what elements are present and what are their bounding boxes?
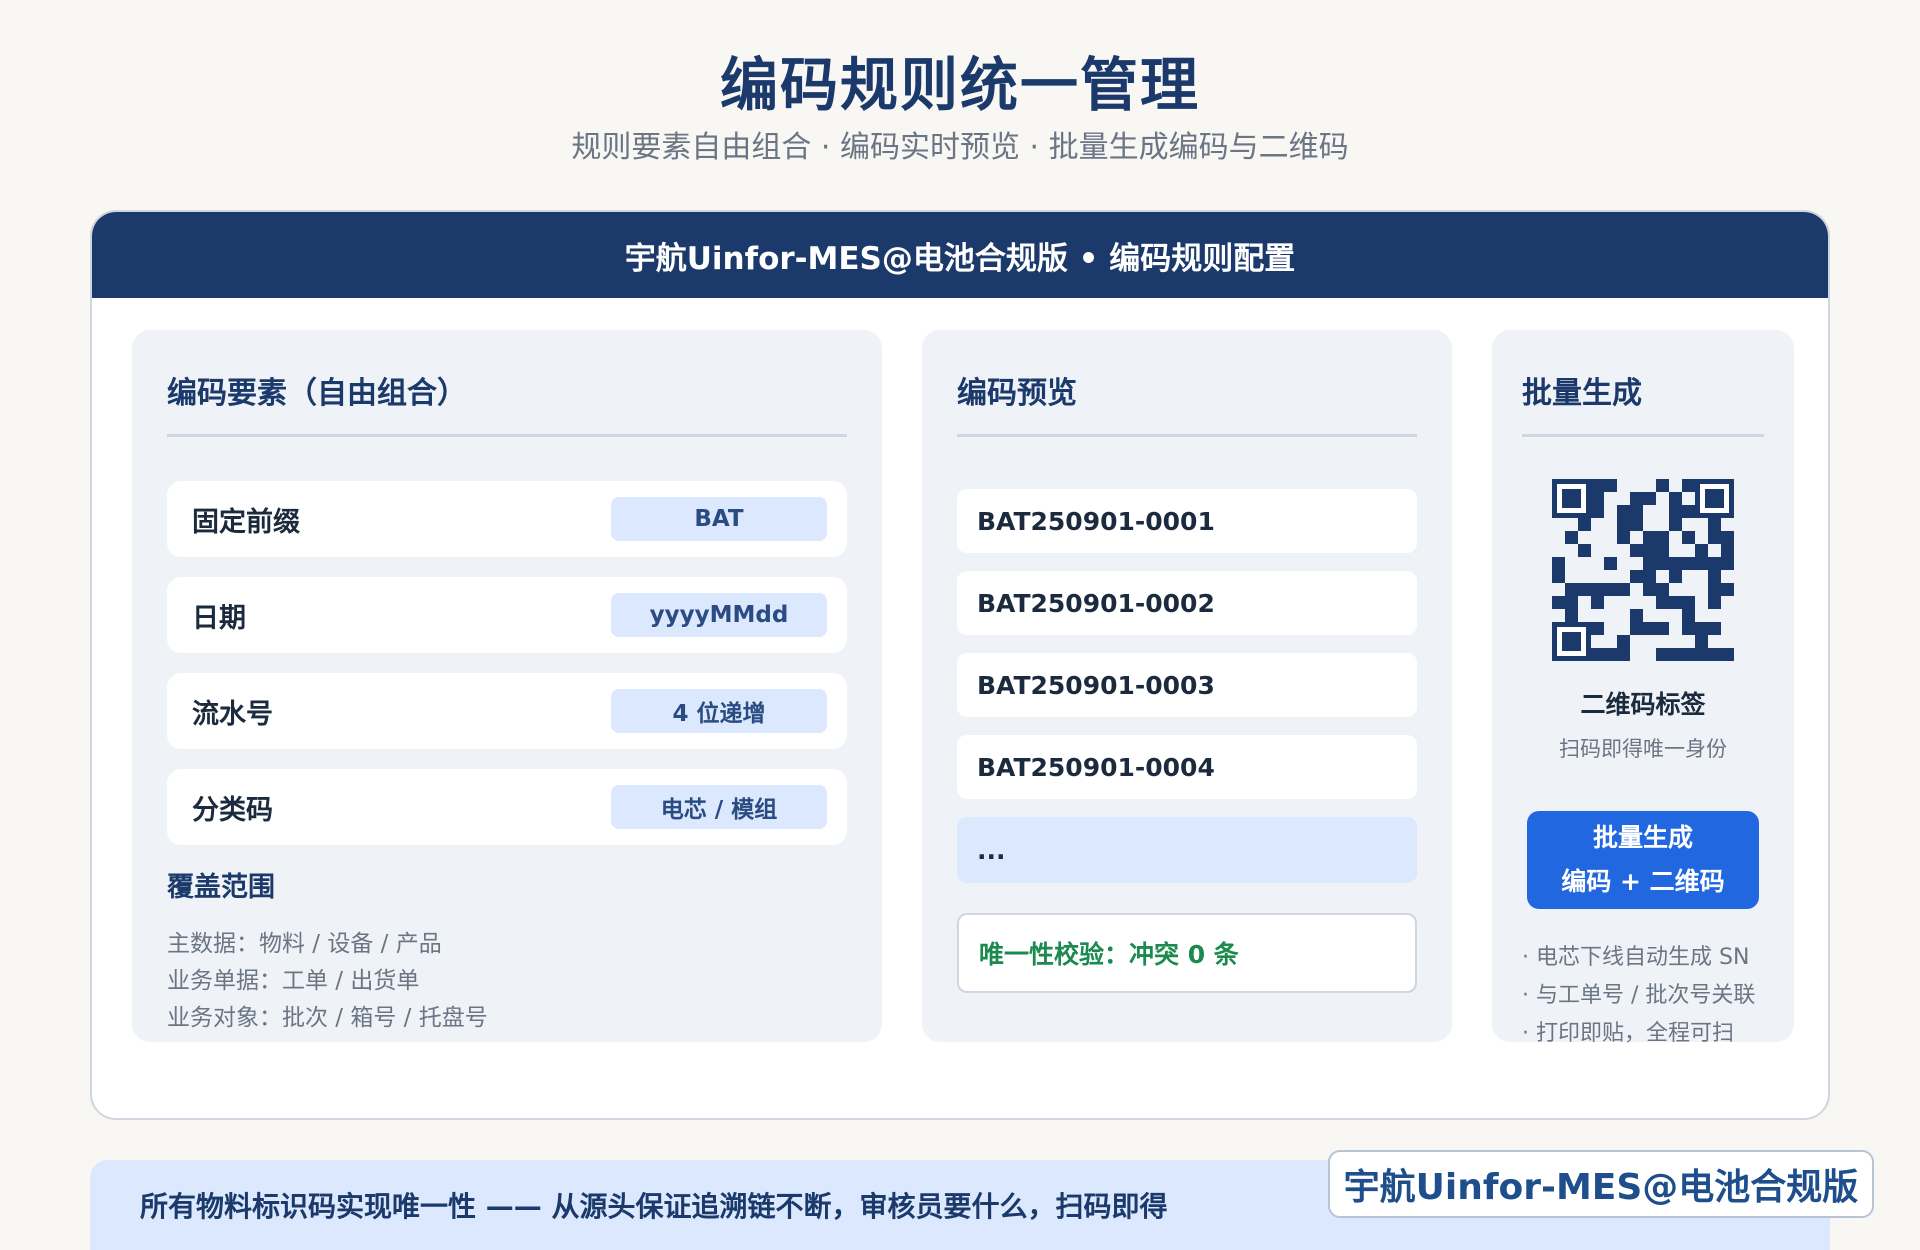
element-label: 固定前缀 [192, 506, 300, 538]
element-list: 固定前缀 BAT 日期 yyyyMMdd 流水号 4 位递增 分类码 电芯 / … [167, 481, 847, 845]
element-row-date[interactable]: 日期 yyyyMMdd [167, 577, 847, 653]
element-row-category[interactable]: 分类码 电芯 / 模组 [167, 769, 847, 845]
preview-code-row: BAT250901-0002 [957, 571, 1417, 635]
element-label: 日期 [192, 602, 246, 634]
page-subtitle: 规则要素自由组合 · 编码实时预览 · 批量生成编码与二维码 [571, 130, 1349, 165]
coverage-title: 覆盖范围 [167, 872, 275, 903]
element-label: 分类码 [192, 794, 273, 826]
coverage-item: 主数据：物料 / 设备 / 产品 [167, 931, 442, 957]
code-preview-panel: 编码预览 BAT250901-0001 BAT250901-0002 BAT25… [922, 330, 1452, 1042]
uniqueness-check-status: 唯一性校验：冲突 0 条 [957, 913, 1417, 993]
card-header: 宇航Uinfor-MES@电池合规版 • 编码规则配置 [92, 212, 1828, 298]
batch-generate-panel: 批量生成 二维码标签 扫码即得唯一身份 批量生成 编码 + 二维码 · 电芯下线… [1492, 330, 1794, 1046]
element-label: 流水号 [192, 698, 273, 730]
qr-sublabel: 扫码即得唯一身份 [1559, 737, 1727, 761]
batch-button-line2: 编码 + 二维码 [1561, 867, 1725, 896]
element-value-chip[interactable]: 4 位递增 [611, 689, 827, 733]
feature-item: · 打印即贴，全程可扫 [1522, 1021, 1734, 1046]
coverage-list: 主数据：物料 / 设备 / 产品 业务单据：工单 / 出货单 业务对象：批次 /… [167, 926, 847, 1037]
qr-code-icon [1552, 479, 1734, 661]
preview-code-row: BAT250901-0004 [957, 735, 1417, 799]
element-row-serial[interactable]: 流水号 4 位递增 [167, 673, 847, 749]
batch-button-line1: 批量生成 [1592, 823, 1693, 852]
coding-elements-panel: 编码要素（自由组合） 固定前缀 BAT 日期 yyyyMMdd 流水号 4 位递… [132, 330, 882, 1042]
page-title: 编码规则统一管理 [719, 51, 1200, 119]
coverage-item: 业务单据：工单 / 出货单 [167, 968, 420, 994]
feature-item: · 与工单号 / 批次号关联 [1522, 983, 1756, 1008]
element-value-chip[interactable]: 电芯 / 模组 [611, 785, 827, 829]
element-row-prefix[interactable]: 固定前缀 BAT [167, 481, 847, 557]
preview-more-row: ... [957, 817, 1417, 883]
preview-list: BAT250901-0001 BAT250901-0002 BAT250901-… [957, 489, 1417, 883]
element-value-chip[interactable]: BAT [611, 497, 827, 541]
batch-panel-title: 批量生成 [1522, 368, 1764, 437]
elements-panel-title: 编码要素（自由组合） [167, 368, 847, 437]
qr-label: 二维码标签 [1580, 690, 1706, 719]
coverage-item: 业务对象：批次 / 箱号 / 托盘号 [167, 1005, 488, 1031]
brand-watermark: 宇航Uinfor-MES@电池合规版 [1328, 1150, 1874, 1218]
element-value-chip[interactable]: yyyyMMdd [611, 593, 827, 637]
preview-panel-title: 编码预览 [957, 368, 1417, 437]
preview-code-row: BAT250901-0003 [957, 653, 1417, 717]
coding-rule-card: 宇航Uinfor-MES@电池合规版 • 编码规则配置 编码要素（自由组合） 固… [90, 210, 1830, 1120]
feature-item: · 电芯下线自动生成 SN [1522, 945, 1750, 970]
batch-generate-button[interactable]: 批量生成 编码 + 二维码 [1527, 811, 1759, 909]
preview-code-row: BAT250901-0001 [957, 489, 1417, 553]
feature-list: · 电芯下线自动生成 SN · 与工单号 / 批次号关联 · 打印即贴，全程可扫 [1522, 939, 1764, 1053]
footer-text: 所有物料标识码实现唯一性 —— 从源头保证追溯链不断，审核员要什么，扫码即得 [140, 1190, 1168, 1223]
